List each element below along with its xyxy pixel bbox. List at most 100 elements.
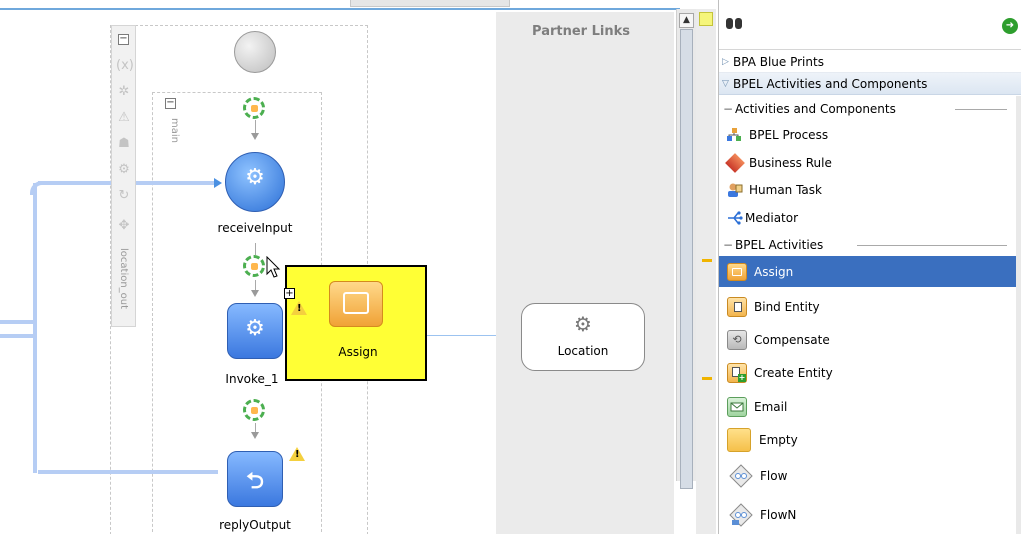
partner-links-lane: Partner Links: [496, 12, 674, 534]
create-entity-icon: +: [727, 362, 747, 383]
item-label: Email: [754, 399, 788, 414]
collapse-section-icon: −: [723, 238, 734, 252]
item-label: Human Task: [749, 183, 822, 197]
invoke-warning-icon[interactable]: !: [291, 301, 307, 315]
receive-node[interactable]: ⚙: [225, 152, 285, 212]
invoke-node-label: Invoke_1: [225, 372, 279, 386]
overview-strip[interactable]: [696, 9, 716, 534]
item-label: Bind Entity: [754, 299, 820, 314]
warning-marker[interactable]: [702, 259, 712, 262]
category-label: BPA Blue Prints: [733, 55, 824, 69]
add-activity-connector-icon[interactable]: [243, 399, 265, 421]
timer-icon[interactable]: ↻: [116, 188, 132, 204]
item-label: FlowN: [760, 508, 797, 522]
compensate-icon: ⟲: [727, 329, 747, 350]
section-title: BPEL Activities: [735, 238, 824, 252]
variables-icon[interactable]: (x): [116, 58, 134, 74]
bind-entity-icon: [727, 296, 747, 317]
palette-item-flown[interactable]: FlowN: [719, 496, 1021, 534]
empty-icon: [727, 428, 751, 452]
palette-item-empty[interactable]: Empty: [719, 423, 1021, 457]
palette-item-compensate[interactable]: ⟲ Compensate: [719, 323, 1021, 356]
binoculars-search-icon: [726, 14, 744, 32]
receive-node-label: receiveInput: [217, 221, 293, 235]
category-label: BPEL Activities and Components: [733, 77, 928, 91]
palette-scrollbar[interactable]: [1016, 96, 1021, 534]
main-scope-label: main: [169, 118, 180, 143]
drag-preview-label: Assign: [338, 345, 378, 359]
section-bpel-activities[interactable]: − BPEL Activities: [719, 235, 1021, 255]
section-title: Activities and Components: [735, 102, 896, 116]
canvas-vertical-scrollbar[interactable]: ▲: [676, 9, 696, 489]
collapse-main-button[interactable]: −: [165, 98, 176, 109]
reply-icon: ⮌: [246, 469, 264, 494]
connector-left-stub-2: [0, 334, 34, 338]
service-gear-icon: ⚙: [574, 312, 592, 336]
connector-link: [255, 423, 256, 432]
palette-item-human-task[interactable]: Human Task: [719, 177, 1021, 203]
section-divider: [857, 245, 1007, 246]
connector-arrow: [251, 290, 259, 297]
palette-item-bind-entity[interactable]: Bind Entity: [719, 290, 1021, 323]
category-bpel-activities-components[interactable]: ▽ BPEL Activities and Components: [719, 73, 1021, 95]
scope-toolbar: − (x) ✲ ⚠ ☗ ⚙ ↻ ✥ location_out: [111, 25, 136, 327]
palette-item-bpel-process[interactable]: BPEL Process: [719, 123, 1021, 147]
event-handler-icon[interactable]: ☗: [116, 136, 132, 152]
item-label: Create Entity: [754, 365, 833, 380]
connector-arrow: [251, 432, 259, 439]
drag-add-badge-icon: +: [284, 288, 295, 299]
add-activity-connector-icon[interactable]: [243, 97, 265, 119]
collapse-scope-button[interactable]: −: [118, 34, 129, 45]
overview-marker-icon: [699, 12, 713, 26]
flown-icon: [729, 503, 753, 527]
palette-item-flow[interactable]: Flow: [719, 458, 1021, 494]
correlation-icon[interactable]: ✲: [116, 84, 132, 100]
gear-icon: ⚙: [245, 165, 265, 190]
connector-vertical: [33, 183, 37, 473]
assign-icon: [727, 262, 747, 281]
reply-node[interactable]: ⮌: [227, 451, 283, 507]
receive-arrow: [214, 178, 222, 188]
partner-links-title: Partner Links: [532, 24, 630, 39]
item-label: Compensate: [754, 332, 830, 347]
location-label: Location: [557, 344, 609, 358]
start-node[interactable]: [234, 31, 276, 73]
scroll-up-button[interactable]: ▲: [679, 13, 694, 28]
variables-vertical-label: location_out: [118, 248, 129, 310]
category-bpa-blueprints[interactable]: ▷ BPA Blue Prints: [719, 51, 1021, 73]
connector-link: [255, 243, 256, 255]
bpel-design-canvas[interactable]: − (x) ✲ ⚠ ☗ ⚙ ↻ ✥ location_out − main ⚙ …: [0, 0, 680, 534]
termination-icon[interactable]: ✥: [116, 218, 132, 234]
reply-warning-icon[interactable]: !: [289, 447, 305, 461]
scrollbar-thumb[interactable]: [680, 29, 693, 489]
warning-marker[interactable]: [702, 377, 712, 380]
search-go-button[interactable]: ➜: [1002, 18, 1018, 34]
flow-icon: [729, 464, 753, 488]
compensation-icon[interactable]: ⚙: [116, 162, 132, 178]
item-label: Business Rule: [749, 156, 832, 170]
assign-drag-preview: Assign: [285, 265, 427, 381]
section-activities-components[interactable]: − Activities and Components: [719, 99, 1021, 119]
palette-item-business-rule[interactable]: Business Rule: [719, 150, 1021, 176]
email-icon: [727, 396, 747, 417]
connector-link: [255, 120, 256, 134]
bpel-process-icon: [727, 128, 741, 142]
item-label: BPEL Process: [749, 128, 829, 142]
palette-item-mediator[interactable]: Mediator: [719, 205, 1021, 231]
canvas-top-border: [0, 8, 680, 10]
item-label: Mediator: [745, 211, 799, 225]
collapse-section-icon: −: [723, 102, 734, 116]
drag-cursor-icon: [266, 255, 282, 280]
invoke-node[interactable]: ⚙: [227, 303, 283, 359]
fault-handler-icon[interactable]: ⚠: [116, 110, 132, 126]
item-label: Empty: [759, 433, 798, 447]
location-partner-link[interactable]: ⚙ Location: [521, 303, 645, 371]
expand-triangle-icon: ▷: [722, 57, 729, 67]
palette-item-create-entity[interactable]: + Create Entity: [719, 356, 1021, 389]
assign-icon: [329, 281, 383, 327]
collapse-triangle-icon: ▽: [722, 79, 729, 89]
add-activity-connector-icon[interactable]: [243, 255, 265, 277]
palette-search-input[interactable]: [751, 12, 997, 36]
palette-item-email[interactable]: Email: [719, 390, 1021, 423]
palette-item-assign[interactable]: Assign: [719, 256, 1021, 287]
